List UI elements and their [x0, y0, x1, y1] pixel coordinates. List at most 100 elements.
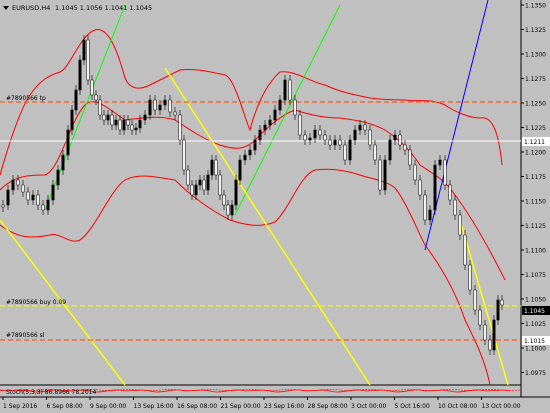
price-tick-label: 1.1300: [525, 52, 546, 59]
candle-body: [496, 299, 500, 321]
candle-body: [70, 109, 74, 131]
buy-order-label: #7890566 buy 0.09: [6, 299, 66, 306]
price-tick-label: 1.1150: [525, 199, 546, 206]
candle-body: [413, 164, 417, 181]
time-tick-label: 6 Sep 08:00: [47, 403, 83, 410]
price-tick-label: 1.1350: [525, 3, 546, 10]
time-axis-labels: 1 Sep 2016 6 Sep 08:00 9 Sep 00:00 13 Sep 1…: [2, 397, 521, 410]
chart-area[interactable]: [0, 0, 521, 385]
candle-body: [443, 159, 447, 186]
candle-body: [143, 114, 147, 121]
price-tick-label: 1.1250: [525, 101, 546, 108]
candle-body: [238, 159, 242, 181]
candle-body: [41, 204, 45, 211]
candle-body: [343, 144, 347, 161]
candle-body: [388, 139, 392, 161]
price-tick-label: 1.1325: [525, 27, 546, 34]
candle-body: [248, 149, 252, 156]
candle-body: [61, 154, 65, 171]
candle-body: [138, 119, 142, 129]
candle-body: [323, 134, 327, 141]
candle-body: [202, 179, 206, 191]
candle-body: [214, 159, 218, 176]
candle-body: [353, 129, 357, 141]
price-tick-label: 1.1175: [525, 174, 546, 181]
candle-body: [206, 174, 210, 191]
candle-body: [313, 129, 317, 139]
candle-body: [74, 89, 78, 111]
candle-body: [82, 39, 86, 61]
candle-body: [373, 144, 377, 161]
candle-body: [126, 119, 130, 126]
candle-body: [6, 189, 10, 206]
candle-body: [222, 194, 226, 206]
candle-body: [158, 104, 162, 111]
candle-body: [293, 99, 297, 116]
current-price-label: 1.1045: [524, 308, 545, 315]
time-tick-label: 16 Sep 08:00: [177, 403, 217, 410]
price-tick-label: 1.0975: [525, 370, 546, 377]
candle-body: [218, 174, 222, 196]
candle-body: [408, 149, 412, 166]
symbol-label: EURUSD,H4: [12, 4, 50, 12]
candle-body: [478, 309, 482, 326]
time-tick-label: 23 Sep 16:00: [264, 403, 304, 410]
price-tick-label: 1.1100: [525, 248, 546, 255]
candle-body: [190, 184, 194, 196]
candle-body: [438, 159, 442, 166]
candle-body: [243, 154, 247, 161]
candle-body: [163, 99, 167, 106]
candle-body: [492, 319, 496, 351]
candle-body: [168, 99, 172, 113]
candle-body: [194, 184, 198, 196]
candle-body: [428, 209, 432, 221]
candle-body: [333, 139, 337, 146]
candle-body: [258, 129, 262, 141]
candle-body: [56, 169, 60, 186]
time-tick-label: 13 Sep 16:00: [134, 403, 174, 410]
candle-body: [338, 139, 342, 146]
candle-body: [78, 59, 82, 91]
candle-body: [36, 194, 40, 206]
candle-body: [453, 199, 457, 216]
candle-body: [198, 179, 202, 186]
candle-body: [433, 164, 437, 211]
candle-body: [210, 159, 214, 176]
candle-body: [21, 184, 25, 193]
candle-body: [1, 204, 5, 208]
time-tick-label: 3 Oct 00:00: [351, 403, 386, 410]
time-tick-label: 10 Oct 08:00: [438, 403, 477, 410]
candle-body: [226, 204, 230, 216]
price-tick-label: 1.1125: [525, 223, 546, 230]
price-tick-label: 1.1000: [525, 346, 546, 353]
candle-body: [26, 191, 30, 201]
time-tick-label: 9 Sep 00:00: [90, 403, 126, 410]
price-tick-label: 1.1275: [525, 76, 546, 83]
indicator-label: Stoch(5,3,3) 86.8966 78.2014: [6, 389, 97, 396]
candle-body: [98, 99, 102, 116]
candle-body: [318, 129, 322, 136]
price-tick-label: 1.1075: [525, 272, 546, 279]
candle-body: [86, 39, 90, 81]
time-tick-label: 13 Oct 00:00: [482, 403, 521, 410]
candle-body: [11, 179, 15, 191]
candle-body: [473, 289, 477, 311]
price-chart[interactable]: 1.1350 1.1325 1.1300 1.1275 1.1250 1.1225 1.12…: [0, 0, 550, 413]
candle-body: [66, 129, 70, 156]
candle-body: [423, 194, 427, 221]
price-tick-label: 1.1050: [525, 297, 546, 304]
candle-body: [253, 139, 257, 151]
candle-body: [463, 234, 467, 266]
chart-window[interactable]: 1.1350 1.1325 1.1300 1.1275 1.1250 1.1225 1.12…: [0, 0, 550, 413]
candle-body: [398, 134, 402, 146]
sl-order-label: #7890566 sl: [6, 332, 45, 339]
candle-body: [153, 99, 157, 111]
candle-body: [31, 194, 35, 201]
candle-body: [308, 137, 312, 141]
candle-body: [134, 127, 138, 131]
ohlc-values: 1.1045 1.1056 1.1041 1.1045: [55, 4, 152, 12]
time-tick-label: 28 Sep 08:00: [308, 403, 348, 410]
candle-body: [298, 114, 302, 136]
candle-body: [468, 264, 472, 291]
candle-body: [358, 124, 362, 131]
